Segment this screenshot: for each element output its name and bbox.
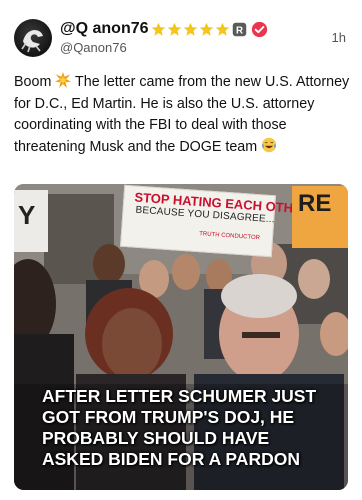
star-icon: [183, 22, 197, 36]
sign-right-text: RE: [298, 190, 332, 217]
name-row: @Q anon76 R: [60, 18, 268, 40]
badge-row: R: [151, 21, 268, 38]
sign-left-text: Y: [18, 200, 36, 230]
image-caption: AFTER LETTER SCHUMER JUST GOT FROM TRUMP…: [42, 386, 317, 469]
protest-sign-main: STOP HATING EACH OTHER BECAUSE YOU DISAG…: [120, 184, 312, 258]
laughing-emoji-icon: [261, 137, 277, 152]
post-text-part1: Boom: [14, 74, 56, 90]
user-handle[interactable]: @Qanon76: [60, 40, 127, 55]
post-image[interactable]: Y STOP HATING EACH OTHER BECAUSE YOU DIS…: [14, 184, 348, 490]
post-card[interactable]: @Q anon76 R @Qanon76 1h Boom The letter …: [0, 0, 362, 500]
star-icon: [215, 22, 229, 36]
star-icon: [167, 22, 181, 36]
star-icon: [199, 22, 213, 36]
post-text: Boom The letter came from the new U.S. A…: [14, 72, 350, 158]
star-icon: [151, 22, 165, 36]
post-header: @Q anon76 R @Qanon76 1h: [14, 16, 350, 64]
svg-text:R: R: [235, 25, 242, 36]
display-name[interactable]: @Q anon76: [60, 20, 149, 38]
protest-sign-right: RE: [292, 186, 348, 248]
avatar[interactable]: [14, 19, 52, 57]
verified-icon: [251, 21, 267, 37]
collision-emoji-icon: [55, 72, 72, 88]
protest-sign-left: Y: [14, 190, 48, 252]
post-timestamp[interactable]: 1h: [332, 30, 346, 45]
registered-icon: R: [232, 22, 246, 36]
sign-main-line3: TRUTH CONDUCTOR: [198, 231, 261, 242]
